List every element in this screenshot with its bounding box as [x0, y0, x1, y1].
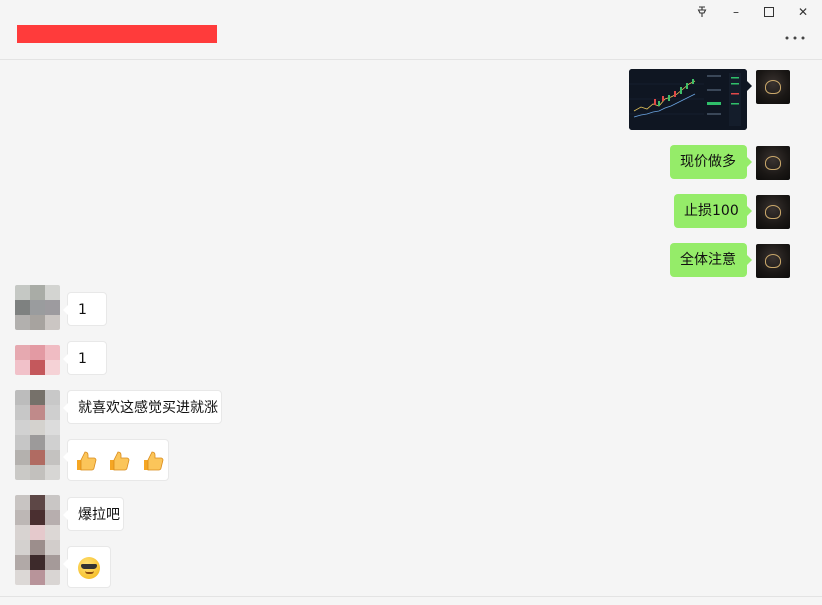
- message-text: 1: [78, 302, 87, 318]
- thumbs-up-icon: [143, 451, 164, 471]
- chat-header: – ✕: [0, 0, 822, 60]
- self-avatar[interactable]: [756, 146, 790, 180]
- member-avatar-pixelated[interactable]: [15, 495, 60, 585]
- thumbs-up-icon: [77, 451, 97, 471]
- brand-logo-icon: [765, 254, 781, 268]
- chat-title-redacted: [17, 25, 217, 43]
- message-text: 止损100: [684, 203, 739, 219]
- chart-image-message[interactable]: [629, 69, 747, 130]
- self-message-bubble[interactable]: 全体注意: [670, 243, 752, 277]
- minimize-button[interactable]: –: [722, 2, 750, 22]
- member-message-bubble[interactable]: 就喜欢这感觉买进就涨: [63, 390, 222, 424]
- member-message-bubble[interactable]: 1: [63, 292, 107, 326]
- image-bubble-arrow: [747, 81, 752, 91]
- member-message-bubble[interactable]: 1: [63, 341, 107, 375]
- message-text: 现价做多: [680, 154, 736, 170]
- thumbs-up-icon: [110, 451, 130, 471]
- self-avatar[interactable]: [756, 244, 790, 278]
- message-text: 就喜欢这感觉买进就涨: [78, 400, 218, 416]
- cool-face-icon: [78, 557, 100, 579]
- message-text: 爆拉吧: [78, 507, 120, 523]
- member-message-bubble[interactable]: 爆拉吧: [63, 497, 124, 531]
- input-divider: [0, 596, 822, 597]
- member-avatar-pixelated[interactable]: [15, 285, 60, 330]
- member-avatar-pixelated[interactable]: [15, 345, 60, 375]
- pin-icon[interactable]: [688, 2, 716, 22]
- close-button[interactable]: ✕: [789, 2, 817, 22]
- maximize-button[interactable]: [755, 2, 783, 22]
- brand-logo-icon: [765, 205, 781, 219]
- more-options-button[interactable]: [781, 28, 809, 48]
- self-avatar[interactable]: [756, 70, 790, 104]
- message-text: 1: [78, 351, 87, 367]
- member-emoji-bubble[interactable]: [63, 439, 169, 481]
- member-avatar-pixelated[interactable]: [15, 390, 60, 480]
- self-avatar[interactable]: [756, 195, 790, 229]
- brand-logo-icon: [765, 80, 781, 94]
- self-message-bubble[interactable]: 现价做多: [670, 145, 752, 179]
- member-emoji-bubble[interactable]: [63, 546, 111, 588]
- brand-logo-icon: [765, 156, 781, 170]
- more-dots-icon: [785, 36, 805, 40]
- message-text: 全体注意: [680, 252, 736, 268]
- self-message-bubble[interactable]: 止损100: [674, 194, 752, 228]
